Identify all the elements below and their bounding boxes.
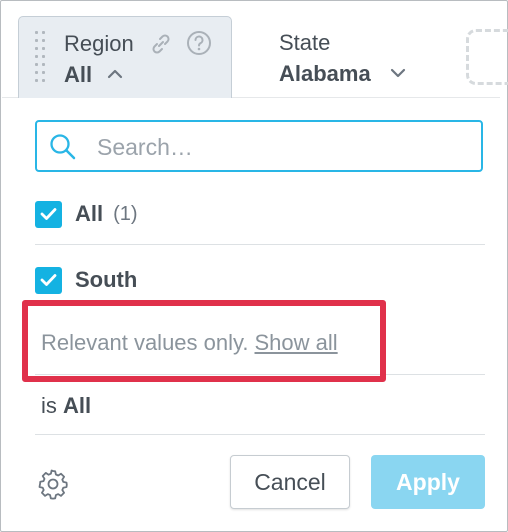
item-label: South — [75, 267, 138, 292]
item-count: (1) — [113, 202, 138, 225]
checkbox-south[interactable] — [35, 266, 62, 294]
state-filter-title: State — [279, 30, 331, 55]
show-all-link[interactable]: Show all — [255, 330, 338, 355]
state-filter-chip[interactable]: State Alabama — [264, 16, 424, 86]
region-filter-dropdown: All (1) South Relevant values only.Show … — [17, 98, 501, 518]
search-field[interactable] — [35, 120, 483, 172]
add-filter-placeholder — [466, 29, 508, 85]
filter-bar: Region All State Alabama — [2, 2, 508, 100]
selection-summary: is All — [41, 393, 91, 419]
region-filter-chip[interactable]: Region All — [18, 16, 232, 100]
search-input[interactable] — [97, 130, 467, 164]
region-filter-title: Region — [64, 31, 134, 56]
link-icon — [152, 34, 170, 54]
checkbox-all[interactable] — [35, 200, 62, 228]
gear-icon[interactable] — [37, 468, 69, 500]
item-label: All — [75, 201, 104, 226]
drag-handle-icon[interactable] — [35, 31, 47, 85]
cancel-button[interactable]: Cancel — [230, 455, 350, 509]
checkmark-icon — [40, 208, 57, 220]
filter-panel: Region All State Alabama Search… All (1)… — [0, 0, 508, 532]
divider — [35, 374, 485, 375]
divider — [35, 434, 485, 435]
list-item-south[interactable]: South — [35, 265, 137, 295]
state-filter-value: Alabama — [279, 61, 371, 86]
summary-value: All — [63, 393, 92, 418]
list-item-all[interactable]: All (1) — [35, 199, 138, 229]
region-filter-value: All — [64, 62, 93, 87]
help-icon[interactable] — [186, 30, 212, 56]
search-icon — [50, 134, 76, 160]
divider — [35, 244, 485, 245]
relevant-values-note: Relevant values only. Show all — [41, 330, 338, 356]
summary-prefix: is — [41, 393, 57, 418]
checkmark-icon — [40, 274, 57, 286]
chevron-up-icon — [107, 69, 123, 79]
relevant-values-text: Relevant values only. — [41, 330, 249, 355]
chevron-down-icon — [390, 68, 406, 78]
apply-button[interactable]: Apply — [371, 455, 485, 509]
